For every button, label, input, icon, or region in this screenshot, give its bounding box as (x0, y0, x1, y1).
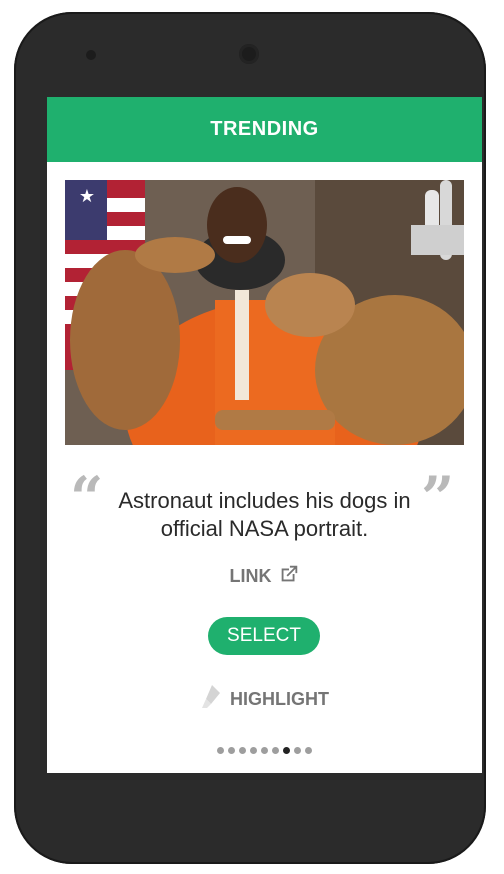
front-camera (239, 44, 259, 64)
phone-frame: TRENDING ★ “ ” Astronaut includes his do… (14, 12, 486, 864)
featured-photo-illustration: ★ (65, 180, 464, 445)
page-dot[interactable] (305, 747, 312, 754)
page-dot[interactable] (228, 747, 235, 754)
featured-photo: ★ (65, 180, 464, 445)
screen: TRENDING ★ “ ” Astronaut includes his do… (47, 97, 482, 773)
svg-text:★: ★ (79, 186, 95, 207)
page-dot[interactable] (239, 747, 246, 754)
page-dot[interactable] (250, 747, 257, 754)
page-dot[interactable] (294, 747, 301, 754)
app-bar-title: TRENDING (210, 118, 319, 140)
highlight-label: HIGHLIGHT (230, 689, 329, 709)
speaker-grille (86, 50, 96, 60)
open-quote-icon: “ (70, 464, 104, 532)
close-quote-icon: ” (421, 464, 455, 532)
page-dot[interactable] (272, 747, 279, 754)
link-label: LINK (229, 566, 272, 586)
external-link-icon (278, 563, 300, 590)
page-dot[interactable] (261, 747, 268, 754)
link-button[interactable]: LINK (47, 563, 482, 590)
headline-caption: Astronaut includes his dogs in official … (118, 488, 411, 541)
highlight-button[interactable]: HIGHLIGHT (47, 683, 482, 716)
page-dot[interactable] (283, 747, 290, 754)
app-bar: TRENDING (47, 97, 482, 162)
select-button[interactable]: SELECT (208, 617, 320, 655)
highlighter-icon (200, 683, 224, 716)
page-dot[interactable] (217, 747, 224, 754)
page-indicator (47, 747, 482, 754)
